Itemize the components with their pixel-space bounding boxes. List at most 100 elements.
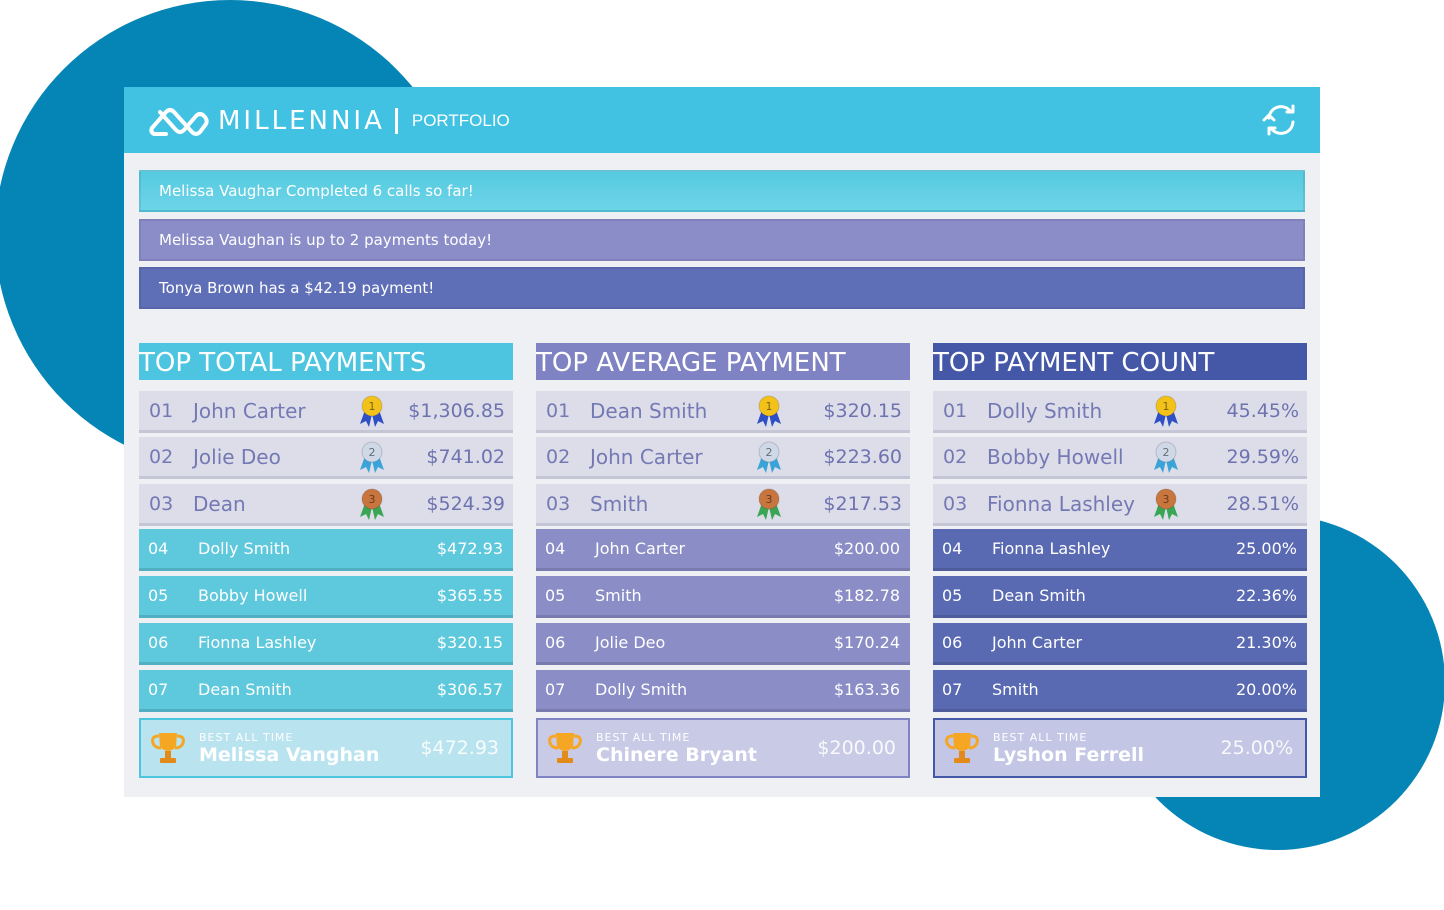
leaderboard-row[interactable]: 03 Fionna Lashley 3 28.51% xyxy=(933,484,1307,526)
leaderboard-row[interactable]: 01 Dolly Smith 1 45.45% xyxy=(933,391,1307,433)
leaderboard-row[interactable]: 05 Dean Smith 22.36% xyxy=(933,576,1307,618)
notification-banner: Melissa Vaughan is up to 2 payments toda… xyxy=(139,219,1305,261)
rank-number: 02 xyxy=(546,445,571,468)
player-name: Smith xyxy=(590,491,649,516)
payment-value: $306.57 xyxy=(436,680,503,699)
best-all-time-text: BEST ALL TIME Chinere Bryant xyxy=(596,731,817,766)
brand-name: MILLENNIA xyxy=(218,106,385,136)
svg-text:3: 3 xyxy=(1163,493,1170,506)
player-name: Dean Smith xyxy=(992,586,1086,605)
rank-number: 01 xyxy=(943,399,968,422)
product-name: PORTFOLIO xyxy=(411,111,510,130)
payment-value: 29.59% xyxy=(1226,445,1299,468)
player-name: Jolie Deo xyxy=(595,633,666,652)
leaderboard-title: TOP PAYMENT COUNT xyxy=(933,343,1307,380)
player-name: Bobby Howell xyxy=(987,444,1124,469)
leaderboard-row[interactable]: 07 Dolly Smith $163.36 xyxy=(536,670,910,712)
leaderboard-row[interactable]: 06 John Carter 21.30% xyxy=(933,623,1307,665)
leaderboard-row[interactable]: 07 Dean Smith $306.57 xyxy=(139,670,513,712)
medal-icon: 3 xyxy=(360,488,384,520)
rank-number: 02 xyxy=(943,445,968,468)
leaderboard-row[interactable]: 05 Smith $182.78 xyxy=(536,576,910,618)
svg-text:1: 1 xyxy=(369,400,376,413)
payment-value: $163.36 xyxy=(833,680,900,699)
medal-icon: 2 xyxy=(757,441,781,473)
payment-value: $741.02 xyxy=(426,445,505,468)
payment-value: 25.00% xyxy=(1235,539,1297,558)
payment-value: 45.45% xyxy=(1226,399,1299,422)
leaderboard-row[interactable]: 04 Dolly Smith $472.93 xyxy=(139,529,513,571)
payment-value: 28.51% xyxy=(1226,492,1299,515)
rank-number: 07 xyxy=(545,680,566,699)
player-name: John Carter xyxy=(595,539,686,558)
payment-value: $217.53 xyxy=(823,492,902,515)
rank-number: 07 xyxy=(148,680,169,699)
player-name: Dolly Smith xyxy=(198,539,291,558)
trophy-icon xyxy=(945,733,979,763)
rank-number: 03 xyxy=(149,492,174,515)
rank-number: 06 xyxy=(545,633,566,652)
leaderboard-row[interactable]: 02 John Carter 2 $223.60 xyxy=(536,437,910,479)
player-name: Smith xyxy=(595,586,642,605)
medal-icon: 1 xyxy=(757,395,781,427)
leaderboard-row[interactable]: 03 Smith 3 $217.53 xyxy=(536,484,910,526)
payment-value: $320.15 xyxy=(436,633,503,652)
trophy-icon xyxy=(151,733,185,763)
svg-text:1: 1 xyxy=(1163,400,1170,413)
leaderboard-row[interactable]: 04 Fionna Lashley 25.00% xyxy=(933,529,1307,571)
rank-number: 05 xyxy=(148,586,169,605)
player-name: John Carter xyxy=(193,398,306,423)
best-all-time-name: Chinere Bryant xyxy=(596,743,757,766)
payment-value: $524.39 xyxy=(426,492,505,515)
medal-icon: 2 xyxy=(360,441,384,473)
payment-value: $472.93 xyxy=(436,539,503,558)
player-name: Dolly Smith xyxy=(595,680,688,699)
rank-number: 03 xyxy=(546,492,571,515)
leaderboard-row[interactable]: 01 John Carter 1 $1,306.85 xyxy=(139,391,513,433)
leaderboard-row[interactable]: 07 Smith 20.00% xyxy=(933,670,1307,712)
player-name: John Carter xyxy=(992,633,1083,652)
medal-icon: 3 xyxy=(1154,488,1178,520)
refresh-icon[interactable] xyxy=(1262,101,1300,139)
rank-number: 07 xyxy=(942,680,963,699)
payment-value: $182.78 xyxy=(833,586,900,605)
leaderboard-column: TOP TOTAL PAYMENTS 01 John Carter 1 $1,306.8… xyxy=(139,343,513,783)
leaderboard-row[interactable]: 04 John Carter $200.00 xyxy=(536,529,910,571)
player-name: Dolly Smith xyxy=(987,398,1103,423)
top-bar: MILLENNIA PORTFOLIO xyxy=(124,87,1320,153)
medal-icon: 3 xyxy=(757,488,781,520)
svg-text:2: 2 xyxy=(766,446,773,459)
leaderboard-row[interactable]: 03 Dean 3 $524.39 xyxy=(139,484,513,526)
payment-value: 22.36% xyxy=(1235,586,1297,605)
payment-value: $170.24 xyxy=(833,633,900,652)
leaderboard-row[interactable]: 06 Jolie Deo $170.24 xyxy=(536,623,910,665)
payment-value: $1,306.85 xyxy=(408,399,505,422)
notification-banner: Melissa Vaughar Completed 6 calls so far… xyxy=(139,170,1305,212)
player-name: Dean Smith xyxy=(198,680,292,699)
best-all-time-text: BEST ALL TIME Lyshon Ferrell xyxy=(993,731,1221,766)
rank-number: 01 xyxy=(149,399,174,422)
leaderboard-row[interactable]: 02 Bobby Howell 2 29.59% xyxy=(933,437,1307,479)
medal-icon: 1 xyxy=(1154,395,1178,427)
svg-text:1: 1 xyxy=(766,400,773,413)
player-name: Smith xyxy=(992,680,1039,699)
leaderboard-column: TOP AVERAGE PAYMENT 01 Dean Smith 1 $320.15 0… xyxy=(536,343,910,783)
leaderboard-row[interactable]: 02 Jolie Deo 2 $741.02 xyxy=(139,437,513,479)
payment-value: 20.00% xyxy=(1235,680,1297,699)
best-all-time-label: BEST ALL TIME xyxy=(199,730,294,744)
player-name: Fionna Lashley xyxy=(987,491,1135,516)
leaderboard-row[interactable]: 01 Dean Smith 1 $320.15 xyxy=(536,391,910,433)
notification-banner: Tonya Brown has a $42.19 payment! xyxy=(139,267,1305,309)
player-name: Dean Smith xyxy=(590,398,708,423)
best-all-time-text: BEST ALL TIME Melissa Vanghan xyxy=(199,731,420,766)
svg-text:3: 3 xyxy=(766,493,773,506)
dashboard-window: MILLENNIA PORTFOLIO Melissa Vaughar Comp… xyxy=(124,87,1320,797)
trophy-icon xyxy=(548,733,582,763)
leaderboard-row[interactable]: 05 Bobby Howell $365.55 xyxy=(139,576,513,618)
player-name: Fionna Lashley xyxy=(198,633,317,652)
rank-number: 06 xyxy=(942,633,963,652)
best-all-time-label: BEST ALL TIME xyxy=(993,730,1088,744)
leaderboard-row[interactable]: 06 Fionna Lashley $320.15 xyxy=(139,623,513,665)
rank-number: 04 xyxy=(942,539,963,558)
rank-number: 05 xyxy=(942,586,963,605)
